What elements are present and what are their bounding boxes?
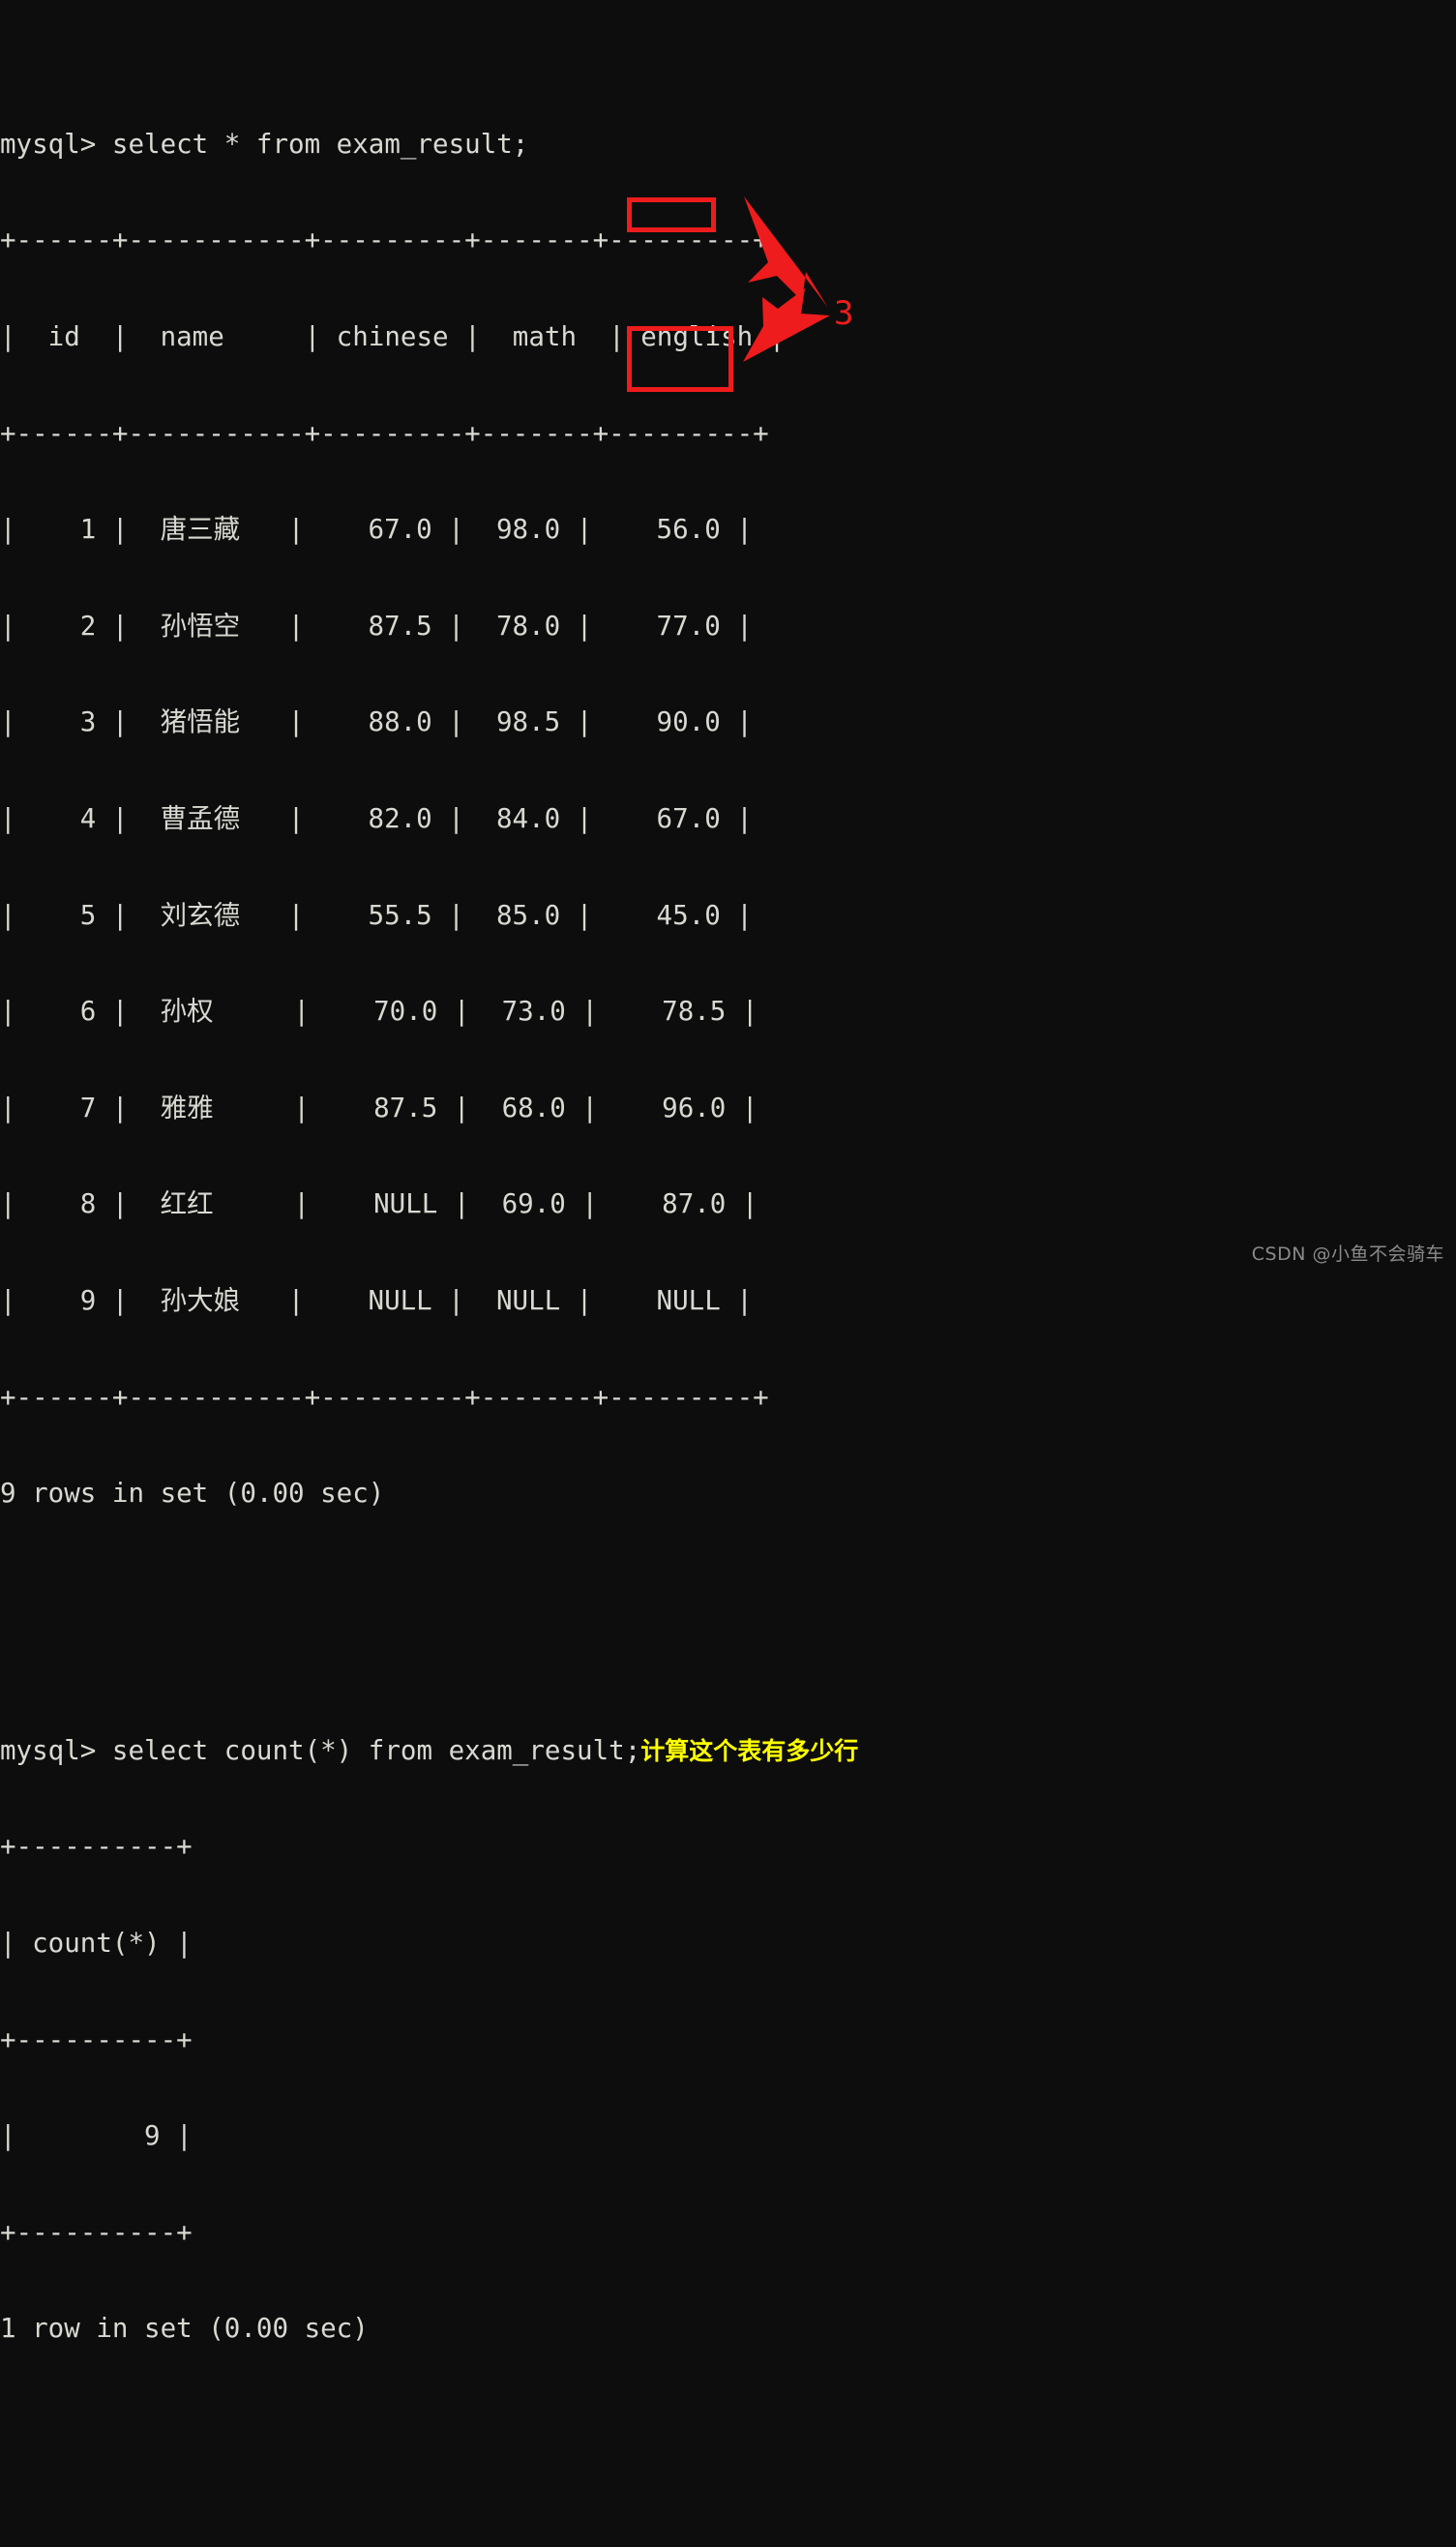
table-separator-bottom: +------+-----------+---------+-------+--… bbox=[0, 1381, 769, 1413]
csdn-watermark: CSDN @小鱼不会骑车 bbox=[1251, 1244, 1444, 1265]
count-separator-top: +----------+ bbox=[0, 1831, 193, 1863]
table-header-row: | id | name | chinese | math | english | bbox=[0, 321, 786, 352]
annotation-count-rows: 计算这个表有多少行 bbox=[640, 1736, 859, 1765]
table-row: | 4 | 曹孟德 | 82.0 | 84.0 | 67.0 | bbox=[0, 802, 753, 834]
table-row: | 1 | 唐三藏 | 67.0 | 98.0 | 56.0 | bbox=[0, 514, 753, 546]
table-row: | 3 | 猪悟能 | 88.0 | 98.5 | 90.0 | bbox=[0, 706, 753, 738]
table-separator-mid: +------+-----------+---------+-------+--… bbox=[0, 417, 769, 449]
table-row: | 2 | 孙悟空 | 87.5 | 78.0 | 77.0 | bbox=[0, 610, 753, 642]
command-text: mysql> select * from exam_result; bbox=[0, 128, 529, 160]
status-line: 9 rows in set (0.00 sec) bbox=[0, 1478, 385, 1510]
table-row: | 7 | 雅雅 | 87.5 | 68.0 | 96.0 | bbox=[0, 1092, 758, 1124]
count-value-row: | 9 | bbox=[0, 2120, 193, 2152]
table-row: | 8 | 红红 | NULL | 69.0 | 87.0 | bbox=[0, 1188, 758, 1220]
status-line: 1 row in set (0.00 sec) bbox=[0, 2313, 369, 2345]
table-row: | 9 | 孙大娘 | NULL | NULL | NULL | bbox=[0, 1284, 753, 1316]
count-header-row: | count(*) | bbox=[0, 1927, 193, 1959]
table-row: | 5 | 刘玄德 | 55.5 | 85.0 | 45.0 | bbox=[0, 899, 753, 931]
table-row: | 6 | 孙权 | 70.0 | 73.0 | 78.5 | bbox=[0, 996, 758, 1028]
count-separator-bottom: +----------+ bbox=[0, 2216, 193, 2248]
count-separator-mid: +----------+ bbox=[0, 2023, 193, 2055]
terminal-output: mysql> select * from exam_result; +-----… bbox=[0, 0, 1456, 2344]
table-separator-top: +------+-----------+---------+-------+--… bbox=[0, 225, 769, 256]
command-line-select-all: mysql> select * from exam_result; bbox=[0, 129, 1456, 161]
command-line-count-all: mysql> select count(*) from exam_result;… bbox=[0, 1734, 859, 1766]
